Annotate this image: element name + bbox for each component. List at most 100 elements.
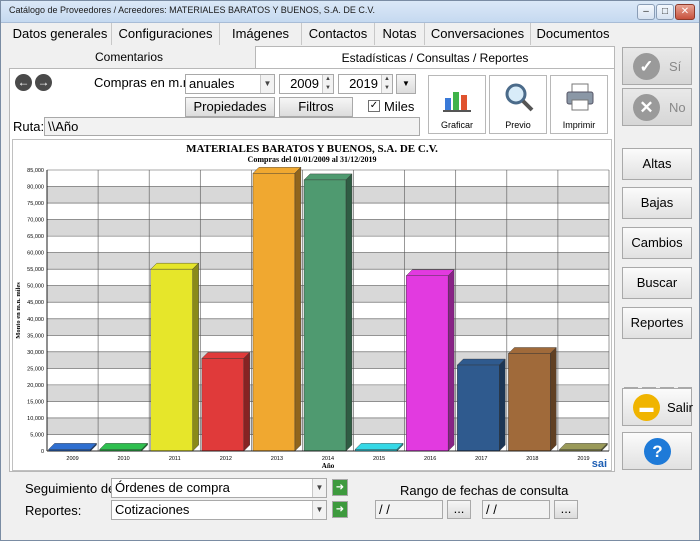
altas-button[interactable]: Altas: [622, 148, 692, 180]
no-button[interactable]: ✕ No: [622, 88, 692, 126]
spin-down-icon[interactable]: ▼: [381, 84, 392, 93]
period-select[interactable]: anuales ▼: [185, 74, 275, 94]
chevron-down-icon[interactable]: ▼: [312, 501, 326, 519]
y-tick-label: 45,000: [27, 300, 44, 306]
y-tick-label: 30,000: [27, 350, 44, 356]
bar: [201, 358, 244, 452]
minimize-button[interactable]: –: [637, 4, 655, 20]
close-button[interactable]: ✕: [675, 4, 695, 20]
tab-documentos[interactable]: Documentos: [531, 23, 615, 45]
ruta-field[interactable]: \\Año: [44, 117, 420, 136]
miles-label: Miles: [384, 99, 415, 114]
checkmark-icon: ✓: [369, 100, 379, 111]
salir-button[interactable]: ▬ Salir: [622, 388, 694, 426]
bar: [457, 364, 500, 452]
reportes-go-button[interactable]: ➜: [332, 501, 348, 518]
bar-side: [294, 166, 302, 452]
subtab-estadisticas[interactable]: Estadísticas / Consultas / Reportes: [255, 46, 615, 68]
rango-fechas-label: Rango de fechas de consulta: [400, 483, 569, 498]
tab-datos-generales[interactable]: Datos generales: [9, 23, 112, 45]
propiedades-button[interactable]: Propiedades: [185, 97, 275, 117]
chevron-down-icon[interactable]: ▼: [260, 75, 274, 93]
seguimiento-select[interactable]: Órdenes de compra ▼: [111, 478, 327, 498]
si-button[interactable]: ✓ Sí: [622, 47, 692, 85]
filtros-button[interactable]: Filtros: [279, 97, 353, 117]
altas-label: Altas: [642, 156, 672, 171]
bajas-button[interactable]: Bajas: [622, 187, 692, 219]
forward-arrow-icon[interactable]: →: [35, 74, 52, 91]
tab-label: Contactos: [308, 26, 368, 41]
date-to-picker-button[interactable]: ...: [554, 500, 578, 519]
year-to-spinner[interactable]: 2019 ▲ ▼: [338, 74, 393, 94]
chevron-down-icon[interactable]: ▼: [312, 479, 326, 497]
year-to-value: 2019: [349, 76, 378, 91]
imprimir-button[interactable]: Imprimir: [550, 75, 608, 134]
back-arrow-icon[interactable]: ←: [15, 74, 32, 91]
reportes-label: Reportes: [630, 315, 684, 330]
magnifier-icon: [505, 83, 534, 112]
x-tick-label: 2013: [271, 456, 283, 462]
subtab-label: Estadísticas / Consultas / Reportes: [341, 51, 529, 65]
help-icon: ?: [644, 438, 671, 465]
previo-button[interactable]: Previo: [489, 75, 547, 134]
chart-area: MATERIALES BARATOS Y BUENOS, S.A. DE C.V…: [12, 139, 612, 471]
date-from-picker-button[interactable]: ...: [447, 500, 471, 519]
ellipsis-label: ...: [560, 501, 572, 516]
miles-checkbox[interactable]: ✓: [368, 100, 380, 112]
bar-top: [150, 262, 200, 270]
maximize-button[interactable]: □: [656, 4, 674, 20]
year-from-spinner[interactable]: 2009 ▲ ▼: [279, 74, 334, 94]
bar-top: [252, 167, 302, 174]
compras-label: Compras en m.n.:: [94, 75, 198, 90]
reportes-button[interactable]: Reportes: [622, 307, 692, 339]
bottom-panel: Seguimiento de: Órdenes de compra ▼ ➜ Re…: [9, 473, 615, 525]
spin-down-icon[interactable]: ▼: [322, 84, 333, 93]
cambios-button[interactable]: Cambios: [622, 227, 692, 259]
previo-label: Previo: [505, 120, 531, 130]
x-icon: ✕: [633, 94, 660, 121]
graficar-label: Graficar: [440, 120, 473, 130]
bar: [508, 353, 551, 452]
app-window: Catálogo de Proveedores / Acreedores: MA…: [0, 0, 700, 541]
seguimiento-label: Seguimiento de:: [25, 481, 119, 496]
check-icon: ✓: [633, 53, 660, 80]
graficar-button[interactable]: Graficar: [428, 75, 486, 134]
cambios-label: Cambios: [631, 235, 683, 250]
y-tick-label: 60,000: [27, 251, 44, 257]
bar-side: [499, 358, 506, 452]
seguimiento-go-button[interactable]: ➜: [332, 479, 348, 496]
date-from-field[interactable]: / /: [375, 500, 443, 519]
year-dropdown-button[interactable]: ▼: [396, 74, 416, 94]
no-label: No: [669, 100, 686, 115]
sub-tabs: Comentarios Estadísticas / Consultas / R…: [9, 46, 615, 68]
tab-notas[interactable]: Notas: [375, 23, 425, 45]
y-tick-label: 50,000: [27, 284, 44, 290]
chart-title: MATERIALES BARATOS Y BUENOS, S.A. DE C.V…: [186, 143, 438, 155]
statistics-panel: ← → Compras en m.n.: anuales ▼ 2009 ▲ ▼ …: [9, 68, 615, 472]
tab-imagenes[interactable]: Imágenes: [220, 23, 302, 45]
filtros-label: Filtros: [298, 99, 334, 114]
help-button[interactable]: ?: [622, 432, 692, 470]
ruta-value: \\Año: [48, 119, 79, 134]
tab-configuraciones[interactable]: Configuraciones: [112, 23, 220, 45]
tab-conversaciones[interactable]: Conversaciones: [425, 23, 531, 45]
spin-up-icon[interactable]: ▲: [322, 75, 333, 84]
window-title: Catálogo de Proveedores / Acreedores: MA…: [9, 5, 375, 15]
bar-side: [345, 173, 353, 452]
tab-label: Configuraciones: [118, 26, 213, 41]
bar-top: [559, 443, 608, 450]
bar-top: [405, 269, 455, 276]
date-to-value: / /: [486, 502, 497, 517]
salir-label: Salir: [667, 400, 694, 415]
spin-up-icon[interactable]: ▲: [381, 75, 392, 84]
subtab-comentarios[interactable]: Comentarios: [49, 46, 209, 68]
y-tick-label: 40,000: [27, 317, 44, 323]
propiedades-label: Propiedades: [193, 99, 267, 114]
tab-label: Notas: [382, 26, 417, 41]
tab-contactos[interactable]: Contactos: [302, 23, 375, 45]
period-value: anuales: [189, 76, 235, 91]
date-to-field[interactable]: / /: [482, 500, 550, 519]
buscar-button[interactable]: Buscar: [622, 267, 692, 299]
x-tick-label: 2019: [577, 456, 589, 462]
reportes-select[interactable]: Cotizaciones ▼: [111, 500, 327, 520]
